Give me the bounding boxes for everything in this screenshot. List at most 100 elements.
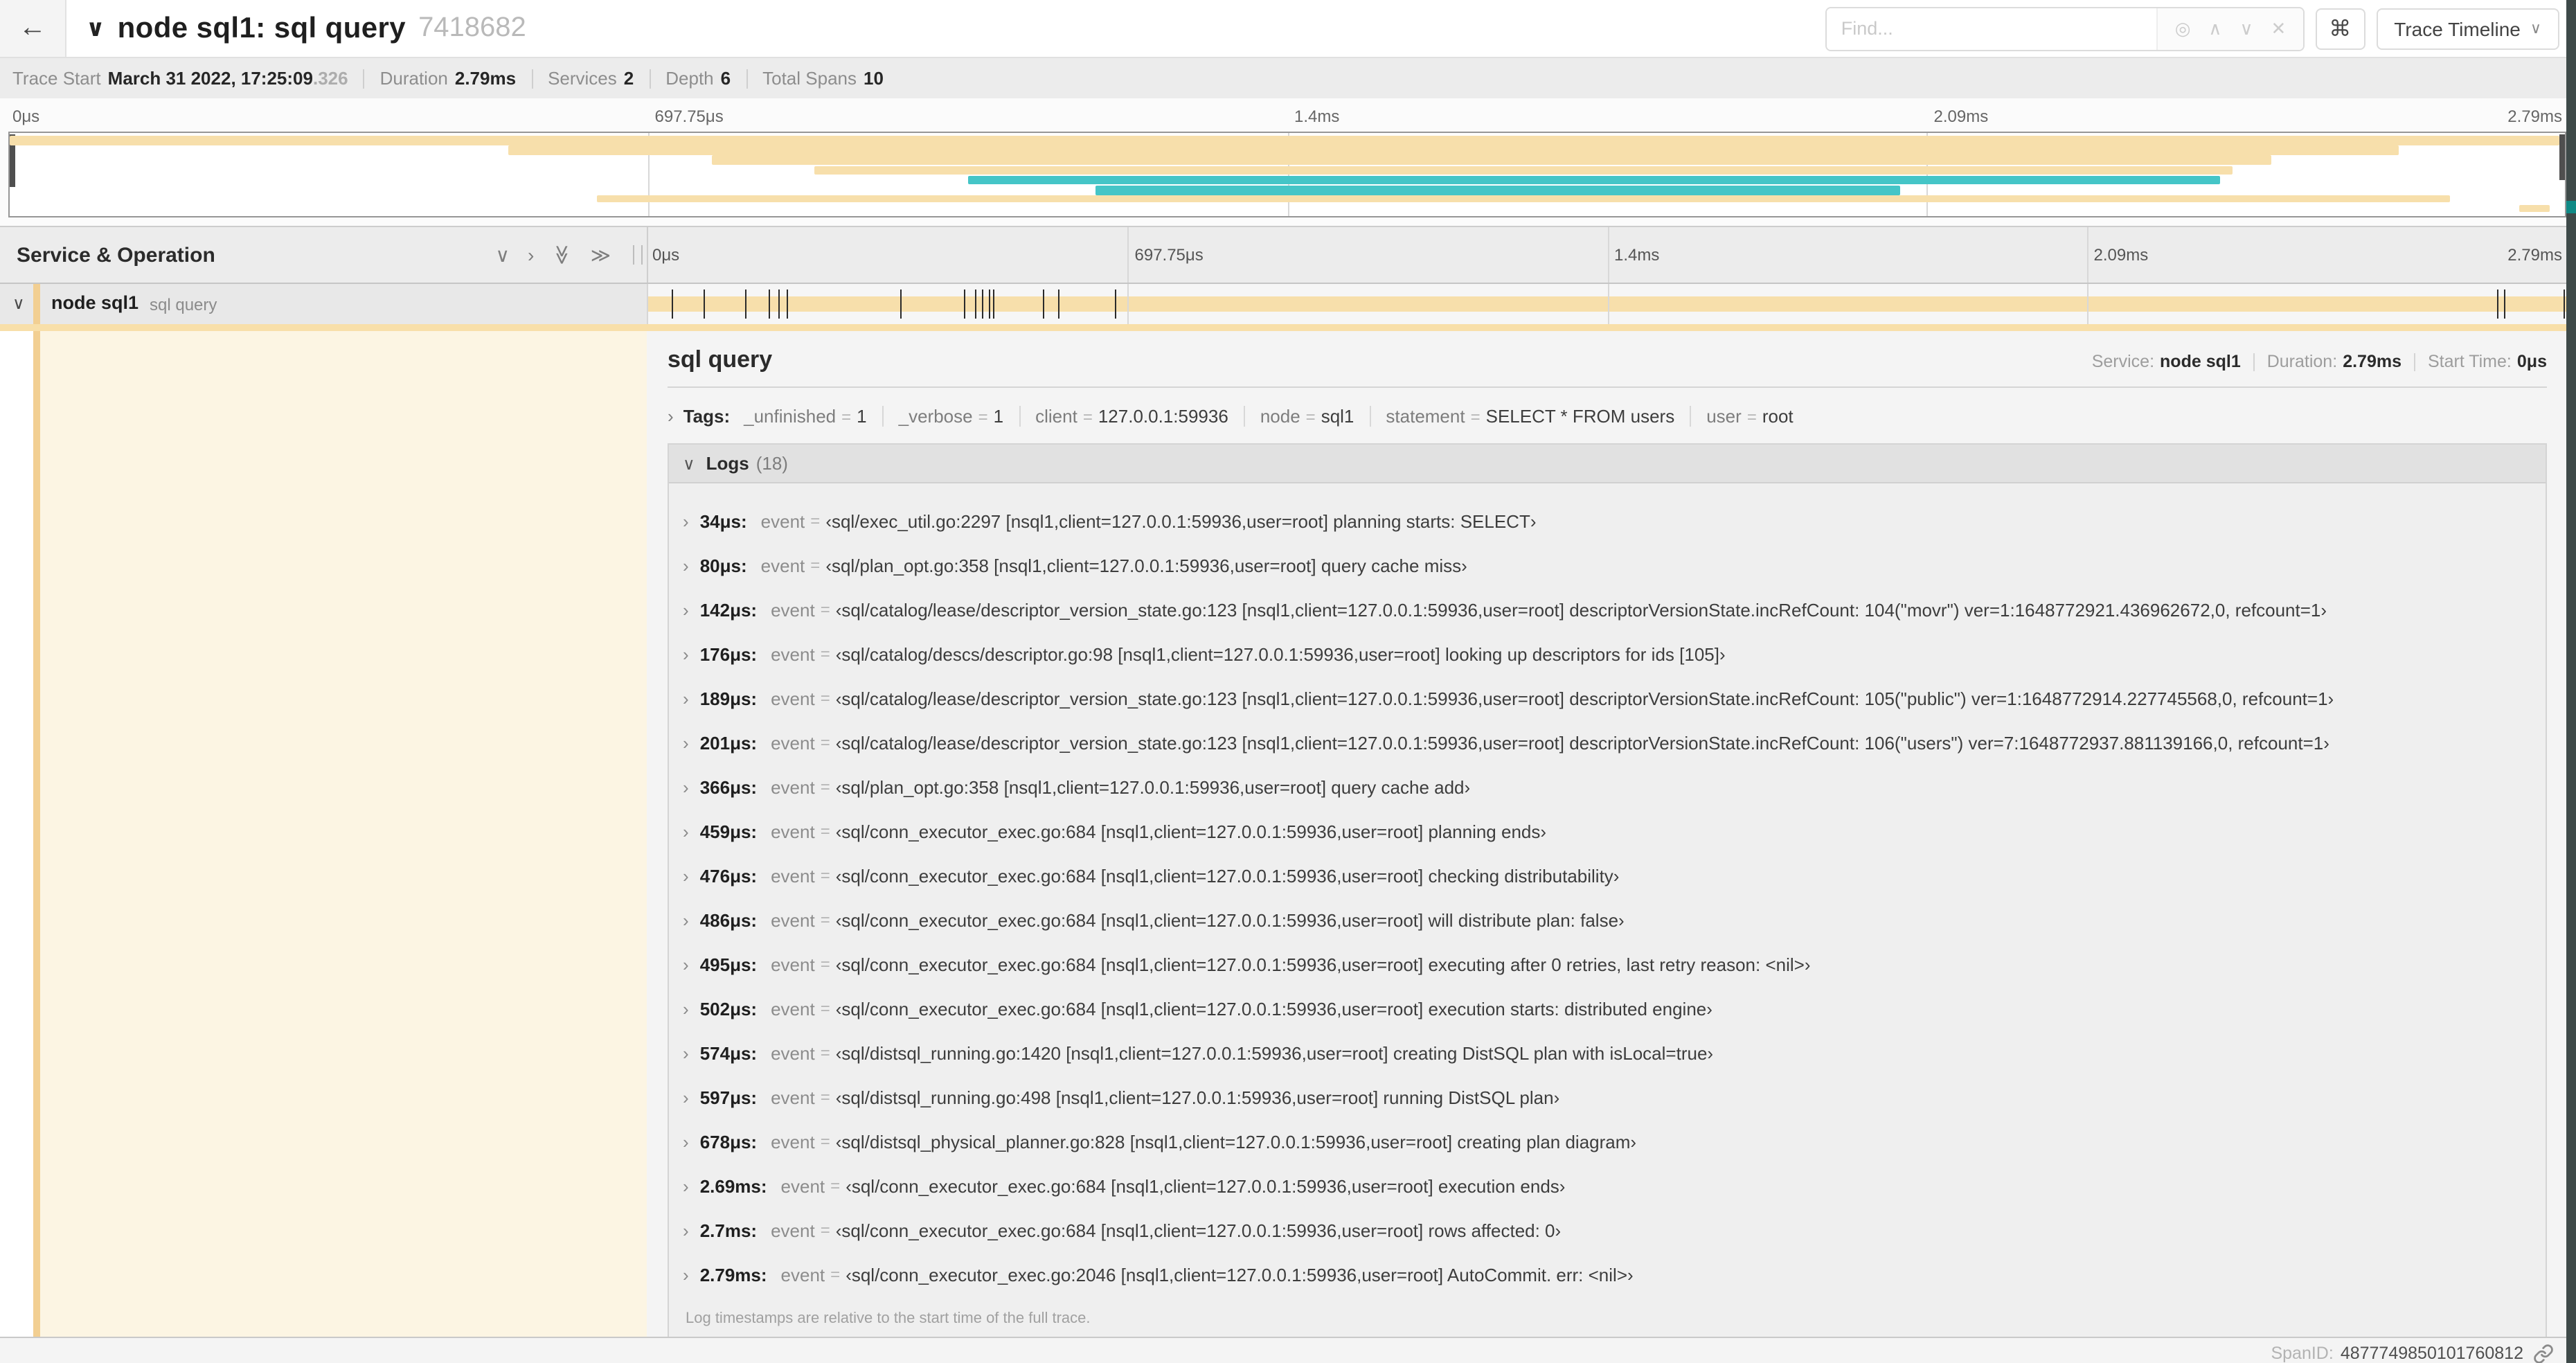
span-row[interactable]: ∨ node sql1 sql query — [0, 284, 2576, 324]
log-row[interactable]: › 2.79ms: event = ‹sql/conn_executor_exec.go… — [680, 1252, 2532, 1297]
log-expand-icon[interactable]: › — [683, 732, 689, 753]
trace-collapse-icon[interactable]: ∨ — [86, 15, 105, 42]
next-result-icon[interactable]: ∨ — [2239, 19, 2253, 37]
log-expand-icon[interactable]: › — [683, 1042, 689, 1063]
log-marker-tick — [963, 289, 965, 319]
log-row[interactable]: › 2.7ms: event = ‹sql/conn_executor_exec.go:… — [680, 1208, 2532, 1252]
trace-minimap: 0μs 697.75μs 1.4ms 2.09ms 2.79ms — [0, 98, 2576, 226]
log-row[interactable]: › 201μs: event = ‹sql/catalog/lease/descript… — [680, 720, 2532, 765]
timeline-tick-label: 697.75μs — [1134, 245, 1204, 265]
equals-sign: = — [820, 688, 830, 708]
log-field-key: event — [771, 1087, 815, 1107]
detail-row-name-column — [0, 331, 647, 1337]
expand-all-icon[interactable]: ≫ — [591, 245, 611, 265]
tags-row[interactable]: › Tags: _unfinished = 1 _verbose = 1 client = 12… — [668, 406, 2547, 427]
timeline-tick-label: 0μs — [652, 245, 680, 265]
log-expand-icon[interactable]: › — [683, 643, 689, 664]
log-field-value: ‹sql/conn_executor_exec.go:2046 [nsql1,c… — [846, 1264, 1634, 1285]
log-row[interactable]: › 574μs: event = ‹sql/distsql_running.go:142… — [680, 1031, 2532, 1075]
log-row[interactable]: › 678μs: event = ‹sql/distsql_physical_plann… — [680, 1119, 2532, 1164]
top-bar: ← ∨ node sql1: sql query 7418682 ◎ ∧ ∨ ✕ ⌘ … — [0, 0, 2576, 57]
log-expand-icon[interactable]: › — [683, 1220, 689, 1240]
copy-link-icon[interactable] — [2533, 1343, 2554, 1363]
timeline-tick-label: 1.4ms — [1614, 245, 1660, 265]
log-expand-icon[interactable]: › — [683, 555, 689, 576]
service-label: Service: — [2091, 352, 2155, 371]
timeline-ruler: 0μs 697.75μs 1.4ms 2.09ms 2.79ms — [648, 227, 2566, 283]
stat-services: Services 2 — [548, 68, 634, 89]
log-expand-icon[interactable]: › — [683, 688, 689, 709]
log-row[interactable]: › 142μs: event = ‹sql/catalog/lease/descript… — [680, 587, 2532, 632]
span-operation-name: sql query — [150, 295, 217, 314]
minimap-right-scrub-handle[interactable] — [2559, 134, 2565, 180]
log-expand-icon[interactable]: › — [683, 1264, 689, 1285]
minimap-span-bar — [967, 175, 2220, 185]
chevron-down-icon: ∨ — [2530, 21, 2541, 37]
log-expand-icon[interactable]: › — [683, 599, 689, 620]
span-collapse-icon[interactable]: ∨ — [12, 294, 25, 313]
log-timestamp: 2.7ms: — [699, 1220, 758, 1240]
logs-header[interactable]: ∨ Logs (18) — [669, 445, 2546, 483]
log-marker-tick — [1058, 289, 1060, 319]
log-expand-icon[interactable]: › — [683, 776, 689, 797]
log-row[interactable]: › 495μs: event = ‹sql/conn_executor_exec.go:… — [680, 942, 2532, 986]
log-row[interactable]: › 476μs: event = ‹sql/conn_executor_exec.go:… — [680, 853, 2532, 898]
span-detail-panel: sql query Service: node sql1 Duration: 2… — [647, 331, 2566, 1337]
find-input[interactable] — [1827, 8, 2157, 49]
log-field-value: ‹sql/conn_executor_exec.go:684 [nsql1,cl… — [835, 821, 1547, 841]
stat-depth: Depth 6 — [665, 68, 731, 89]
tag-key: user — [1706, 406, 1742, 427]
clear-icon[interactable]: ✕ — [2271, 19, 2286, 37]
log-expand-icon[interactable]: › — [683, 865, 689, 886]
log-row[interactable]: › 2.69ms: event = ‹sql/conn_executor_exec.go… — [680, 1164, 2532, 1208]
span-row-timeline[interactable] — [648, 284, 2566, 324]
log-row[interactable]: › 34μs: event = ‹sql/exec_util.go:2297 [nsql… — [680, 499, 2532, 543]
collapse-one-icon[interactable]: ∨ — [496, 245, 510, 265]
logs-footnote: Log timestamps are relative to the start… — [686, 1310, 1091, 1327]
log-row[interactable]: › 502μs: event = ‹sql/conn_executor_exec.go:… — [680, 986, 2532, 1031]
expand-one-icon[interactable]: › — [528, 245, 534, 265]
log-row[interactable]: › 176μs: event = ‹sql/catalog/descs/descript… — [680, 632, 2532, 676]
log-field-key: event — [760, 510, 805, 531]
log-field-key: event — [771, 954, 815, 974]
log-marker-tick — [778, 289, 780, 319]
duration-value: 2.79ms — [454, 68, 517, 89]
log-expand-icon[interactable]: › — [683, 1175, 689, 1196]
log-expand-icon[interactable]: › — [683, 1131, 689, 1152]
divider — [668, 386, 2547, 388]
collapse-all-icon[interactable]: ≫ — [551, 244, 573, 265]
log-row[interactable]: › 597μs: event = ‹sql/distsql_running.go:498… — [680, 1075, 2532, 1119]
column-resizer-grip[interactable] — [633, 245, 643, 265]
tags-expand-icon[interactable]: › — [668, 406, 674, 427]
log-expand-icon[interactable]: › — [683, 954, 689, 974]
log-expand-icon[interactable]: › — [683, 909, 689, 930]
divider — [2414, 353, 2415, 371]
minimap-canvas[interactable] — [8, 132, 2566, 217]
page-title: node sql1: sql query — [117, 12, 406, 44]
timeline-tick-label: 1.4ms — [1294, 107, 1340, 126]
keyboard-shortcuts-button[interactable]: ⌘ — [2315, 8, 2365, 49]
depth-label: Depth — [665, 68, 714, 89]
log-timestamp: 486μs: — [699, 909, 758, 930]
log-expand-icon[interactable]: › — [683, 998, 689, 1019]
log-row[interactable]: › 486μs: event = ‹sql/conn_executor_exec.go:… — [680, 898, 2532, 942]
span-detail-accent-bar — [0, 324, 2566, 331]
log-row[interactable]: › 459μs: event = ‹sql/conn_executor_exec.go:… — [680, 809, 2532, 853]
log-expand-icon[interactable]: › — [683, 1087, 689, 1107]
log-timestamp: 597μs: — [699, 1087, 758, 1107]
log-row[interactable]: › 366μs: event = ‹sql/plan_opt.go:358 [nsql1… — [680, 765, 2532, 809]
divider — [649, 69, 651, 88]
log-expand-icon[interactable]: › — [683, 510, 689, 531]
view-selector-button[interactable]: Trace Timeline ∨ — [2376, 8, 2559, 49]
span-row-name-column[interactable]: ∨ node sql1 sql query — [0, 284, 648, 324]
log-row[interactable]: › 189μs: event = ‹sql/catalog/lease/descript… — [680, 676, 2532, 720]
locate-icon[interactable]: ◎ — [2175, 19, 2191, 37]
back-button[interactable]: ← — [0, 0, 66, 57]
equals-sign: = — [830, 1265, 841, 1284]
log-marker-tick — [2504, 289, 2506, 319]
log-field-key: event — [771, 1042, 815, 1063]
log-row[interactable]: › 80μs: event = ‹sql/plan_opt.go:358 [nsql1,… — [680, 543, 2532, 587]
prev-result-icon[interactable]: ∧ — [2208, 19, 2221, 37]
log-expand-icon[interactable]: › — [683, 821, 689, 841]
logs-collapse-icon[interactable]: ∨ — [683, 454, 695, 473]
